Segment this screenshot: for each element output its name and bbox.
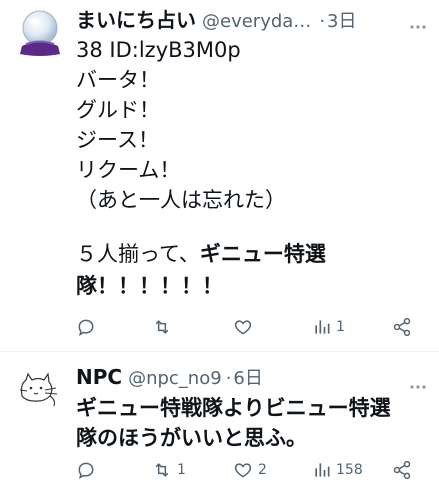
- retweet-icon: [155, 463, 169, 477]
- tweet-line: （あと一人は忘れた）: [76, 188, 286, 212]
- separator-dot: ·: [319, 11, 326, 32]
- share-icon: [393, 460, 411, 480]
- reply-button[interactable]: [76, 317, 100, 337]
- reply-icon: [78, 319, 94, 337]
- tweet-line: ギニュー特戦隊よりビニュー特選: [76, 396, 391, 420]
- retweet-icon: [155, 320, 169, 334]
- action-bar: 1 2 158: [0, 460, 439, 488]
- display-name[interactable]: まいにち占い: [76, 4, 196, 33]
- tweet-1[interactable]: まいにち占い @everyda… · 3日 38 ID:lzyB3M0p バータ…: [0, 0, 439, 350]
- tweet-text-plain: ５人揃って、: [76, 242, 200, 266]
- cat-sketch-avatar[interactable]: [16, 366, 62, 412]
- like-icon: [234, 463, 252, 478]
- views-count: 1: [336, 319, 345, 335]
- share-button[interactable]: [392, 317, 412, 337]
- retweet-count: 1: [177, 462, 186, 478]
- action-bar: 1: [0, 317, 439, 345]
- retweet-button[interactable]: [151, 317, 177, 337]
- like-button[interactable]: 2: [232, 460, 267, 480]
- tweet-line: グルド！: [76, 98, 160, 122]
- share-icon: [393, 317, 411, 337]
- timestamp[interactable]: 3日: [327, 7, 356, 33]
- like-button[interactable]: [232, 317, 258, 337]
- views-icon: [315, 463, 330, 477]
- crystal-ball-avatar[interactable]: [16, 8, 64, 58]
- tweet-header: NPC @npc_no9 · 6日: [76, 364, 263, 390]
- user-handle[interactable]: @everyda…: [202, 11, 311, 32]
- tweet-2[interactable]: NPC @npc_no9 · 6日 ギニュー特戦隊よりビニュー特選 隊のほうがい…: [0, 352, 439, 487]
- timestamp[interactable]: 6日: [233, 364, 262, 390]
- tweet-header: まいにち占い @everyda… · 3日: [76, 4, 357, 33]
- views-icon: [315, 320, 330, 334]
- display-name[interactable]: NPC: [76, 365, 122, 389]
- tweet-line: ジース！: [76, 128, 159, 152]
- like-count: 2: [258, 462, 267, 478]
- reply-button[interactable]: [76, 460, 100, 480]
- like-icon: [234, 320, 252, 335]
- retweet-button[interactable]: 1: [151, 460, 186, 480]
- more-icon[interactable]: [410, 374, 426, 393]
- tweet-line: 隊！！！！！！: [76, 274, 223, 298]
- views-button[interactable]: 1: [312, 317, 345, 337]
- user-handle[interactable]: @npc_no9: [128, 368, 222, 389]
- tweet-text-bold: ギニュー特選: [199, 242, 326, 266]
- more-icon[interactable]: [410, 14, 426, 33]
- views-count: 158: [336, 462, 363, 478]
- separator-dot: ·: [225, 368, 232, 389]
- tweet-line: ５人揃って、ギニュー特選: [76, 240, 326, 269]
- tweet-line: 38 ID:lzyB3M0p: [76, 38, 241, 62]
- reply-icon: [78, 462, 94, 480]
- tweet-line: リクーム！: [76, 158, 181, 182]
- share-button[interactable]: [392, 460, 412, 480]
- views-button[interactable]: 158: [312, 460, 363, 480]
- tweet-line: 隊のほうがいいと思ふ。: [76, 426, 307, 450]
- tweet-line: バータ！: [76, 68, 160, 92]
